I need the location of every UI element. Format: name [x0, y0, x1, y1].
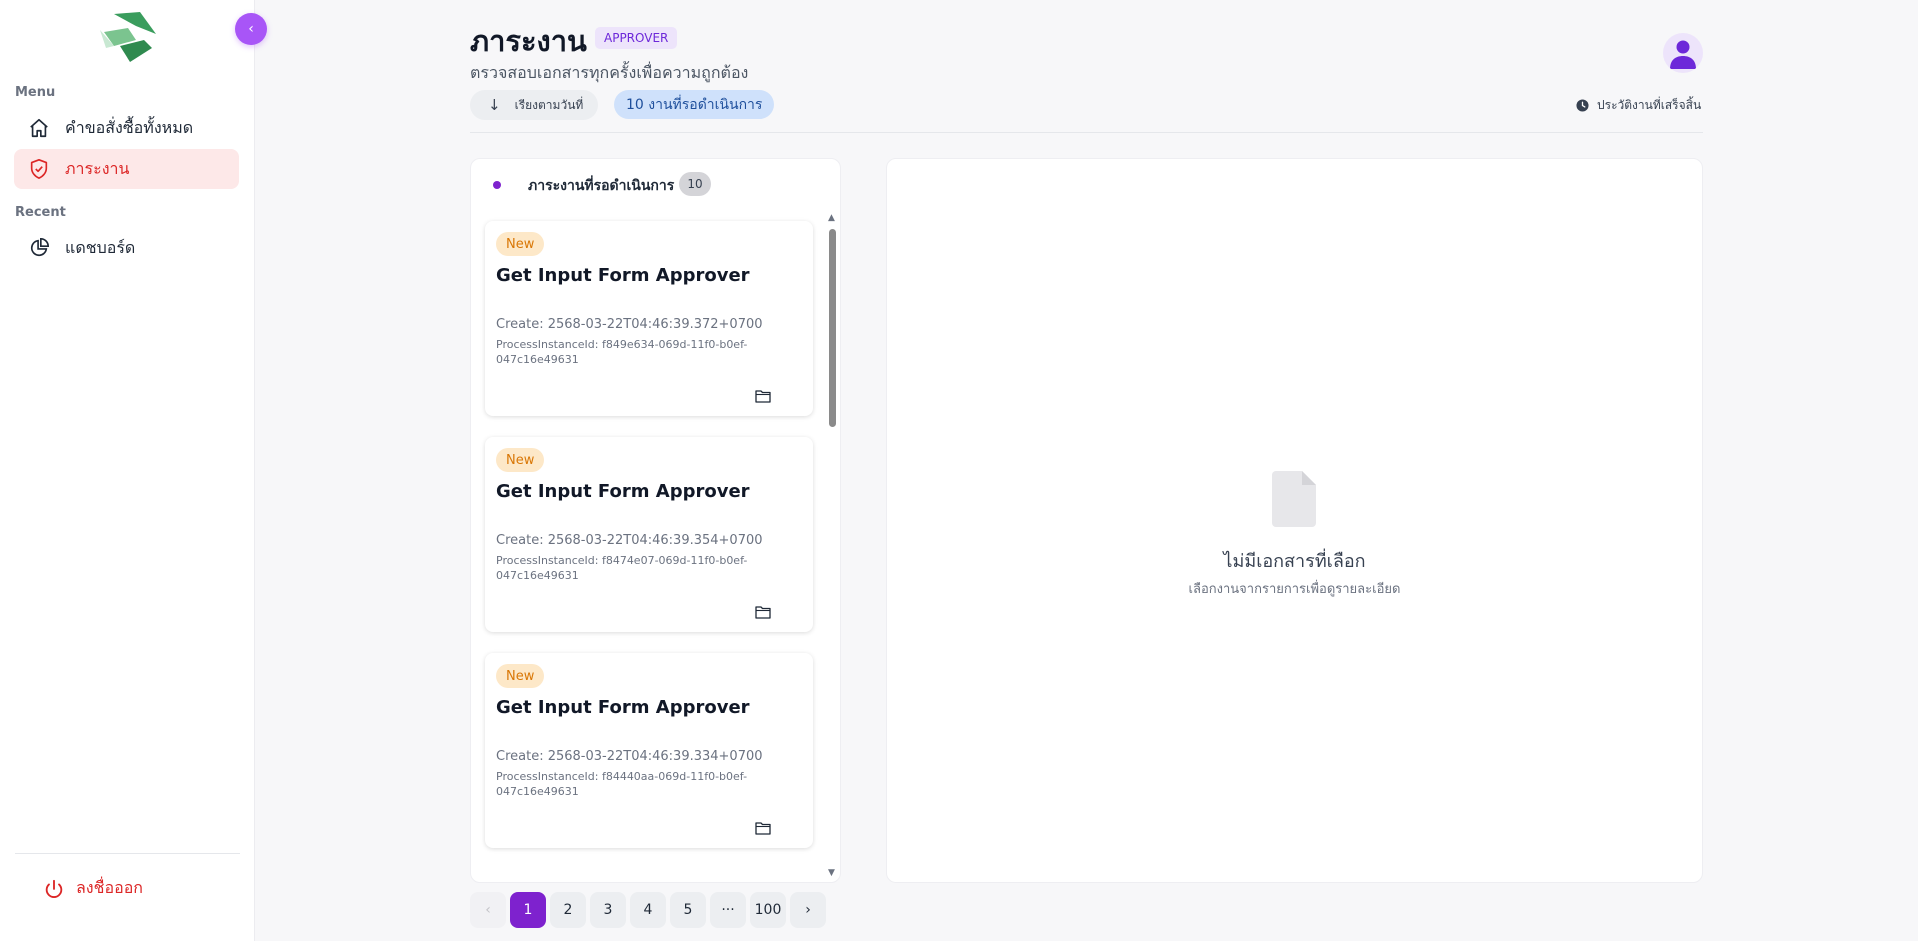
completed-history-link[interactable]: ประวัติงานที่เสร็จสิ้น: [1575, 96, 1701, 115]
next-page-button[interactable]: ›: [790, 892, 826, 928]
task-list[interactable]: New Get Input Form Approver Create: 2568…: [471, 214, 840, 874]
page-button-1[interactable]: 1: [510, 892, 546, 928]
home-icon: [27, 116, 51, 140]
pending-tasks-chip[interactable]: 10 งานที่รอดำเนินการ: [614, 90, 775, 119]
sidebar-item-tasks[interactable]: ภาระงาน: [14, 149, 239, 189]
role-badge: APPROVER: [595, 27, 678, 49]
task-title: Get Input Form Approver: [496, 265, 750, 286]
page-ellipsis[interactable]: ···: [710, 892, 746, 928]
folder-icon[interactable]: [755, 389, 771, 403]
task-card[interactable]: New Get Input Form Approver Create: 2568…: [485, 437, 813, 632]
empty-state-description: เลือกงานจากรายการเพื่อดูรายละเอียด: [1188, 582, 1401, 597]
document-icon: [1272, 471, 1316, 527]
arrow-down-icon: ↓: [488, 96, 501, 114]
sidebar-item-label: คำขอสั่งซื้อทั้งหมด: [65, 117, 194, 137]
power-icon: [42, 877, 66, 901]
task-title: Get Input Form Approver: [496, 481, 750, 502]
logout-label: ลงชื่อออก: [76, 878, 143, 897]
menu-heading: Menu: [15, 85, 56, 100]
task-card[interactable]: New Get Input Form Approver Create: 2568…: [485, 653, 813, 848]
header-divider: [470, 132, 1703, 133]
pie-chart-icon: [27, 236, 51, 260]
empty-state-title: ไม่มีเอกสารที่เลือก: [1223, 551, 1366, 572]
shield-check-icon: [27, 157, 51, 181]
sort-by-date-button[interactable]: ↓ เรียงตามวันที่: [470, 90, 598, 120]
sidebar-item-label: ภาระงาน: [65, 158, 130, 178]
recent-heading: Recent: [15, 205, 66, 220]
task-created: Create: 2568-03-22T04:46:39.354+0700: [496, 533, 763, 548]
document-detail-panel: ไม่มีเอกสารที่เลือก เลือกงานจากรายการเพื…: [886, 158, 1703, 883]
app-logo[interactable]: [100, 12, 156, 62]
status-badge: New: [496, 232, 545, 256]
sidebar-item-label: แดชบอร์ด: [65, 237, 136, 257]
page-title: ภาระงาน: [470, 24, 587, 58]
sidebar: Menu คำขอสั่งซื้อทั้งหมด ภาระงาน Recent …: [0, 0, 255, 941]
scroll-up-arrow[interactable]: ▲: [828, 213, 835, 223]
clock-icon: [1575, 99, 1589, 113]
page-button-100[interactable]: 100: [750, 892, 786, 928]
page-button-3[interactable]: 3: [590, 892, 626, 928]
scroll-down-arrow[interactable]: ▼: [828, 868, 835, 878]
sidebar-item-purchase-requests[interactable]: คำขอสั่งซื้อทั้งหมด: [14, 108, 239, 148]
task-process-id: ProcessInstanceId: f84440aa-069d-11f0-b0…: [496, 770, 748, 798]
scrollbar-thumb[interactable]: [829, 229, 836, 427]
chevron-left-icon: ‹: [248, 21, 254, 37]
folder-icon[interactable]: [755, 821, 771, 835]
status-badge: New: [496, 664, 545, 688]
page-button-5[interactable]: 5: [670, 892, 706, 928]
pending-tasks-panel: ภาระงานที่รอดำเนินการ 10 New Get Input F…: [470, 158, 841, 883]
sidebar-divider: [15, 853, 240, 854]
status-dot: [493, 181, 501, 189]
page-button-2[interactable]: 2: [550, 892, 586, 928]
folder-icon[interactable]: [755, 605, 771, 619]
page-subtitle: ตรวจสอบเอกสารทุกครั้งเพื่อความถูกต้อง: [470, 63, 749, 82]
logout-button[interactable]: ลงชื่อออก: [42, 876, 143, 901]
task-process-id: ProcessInstanceId: f8474e07-069d-11f0-b0…: [496, 554, 748, 582]
task-card[interactable]: New Get Input Form Approver Create: 2568…: [485, 221, 813, 416]
page-button-4[interactable]: 4: [630, 892, 666, 928]
task-count-badge: 10: [679, 172, 711, 196]
task-created: Create: 2568-03-22T04:46:39.372+0700: [496, 317, 763, 332]
panel-title: ภาระงานที่รอดำเนินการ: [528, 178, 675, 194]
task-process-id: ProcessInstanceId: f849e634-069d-11f0-b0…: [496, 338, 748, 366]
pagination: ‹ 1 2 3 4 5 ··· 100 ›: [470, 892, 826, 928]
task-created: Create: 2568-03-22T04:46:39.334+0700: [496, 749, 763, 764]
history-label: ประวัติงานที่เสร็จสิ้น: [1597, 98, 1702, 112]
task-title: Get Input Form Approver: [496, 697, 750, 718]
prev-page-button[interactable]: ‹: [470, 892, 506, 928]
user-icon: [1670, 40, 1696, 69]
sort-label: เรียงตามวันที่: [514, 97, 584, 112]
status-badge: New: [496, 448, 545, 472]
sidebar-collapse-button[interactable]: ‹: [235, 13, 267, 45]
user-avatar[interactable]: [1663, 33, 1703, 73]
sidebar-item-dashboard[interactable]: แดชบอร์ด: [14, 228, 239, 268]
